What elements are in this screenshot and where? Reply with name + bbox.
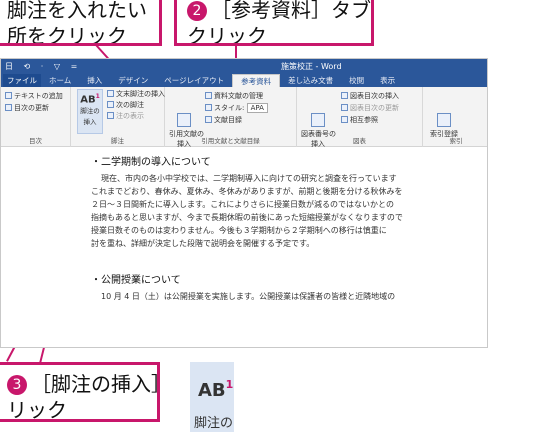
table-of-figures-label: 図表目次の挿入 xyxy=(350,92,399,100)
footnote-icon-text: AB xyxy=(198,380,226,401)
add-text-button[interactable]: テキストの追加 xyxy=(5,91,63,101)
cross-reference-button[interactable]: 相互参照 xyxy=(341,115,378,125)
group-footnotes: AB1 脚注の 挿入 文末脚注の挿入 次の脚注 注の表示 脚注 xyxy=(71,87,165,147)
style-icon xyxy=(205,104,212,111)
update-toc-icon xyxy=(5,104,12,111)
group-label-toc: 目次 xyxy=(29,137,42,145)
manage-sources-button[interactable]: 資料文献の管理 xyxy=(205,91,263,101)
tab-insert[interactable]: 挿入 xyxy=(79,74,110,87)
group-citations: 引用文献の 挿入 資料文献の管理 スタイル: APA 文献目録 引用文献と文献目… xyxy=(165,87,297,148)
tab-file[interactable]: ファイル xyxy=(3,74,41,87)
callout-text-line1: ［参考資料］タブを xyxy=(211,0,374,22)
callout-text-line2: 所をクリック xyxy=(7,24,127,46)
callout-step-number: 3 xyxy=(7,375,27,395)
insert-endnote-button[interactable]: 文末脚注の挿入 xyxy=(107,89,165,99)
insert-endnote-label: 文末脚注の挿入 xyxy=(116,90,165,98)
callout-click-position: 脚注を入れたい 所をクリック xyxy=(0,0,162,46)
style-label: スタイル: xyxy=(214,104,245,112)
bibliography-icon xyxy=(205,116,212,123)
body-line: 指摘もあると思いますが、今まで長期休暇の前後にあった短縮授業がなくなりますので xyxy=(91,213,403,222)
body-line: 討を重ね、詳細が決定した段階で説明会を開催する予定です。 xyxy=(91,239,315,248)
callout-text-line2: リック xyxy=(7,398,67,422)
ribbon: テキストの追加 目次の更新 目次 AB1 脚注の 挿入 文末脚注の挿入 次の脚注… xyxy=(1,87,487,148)
callout-step-number: 2 xyxy=(187,1,207,21)
manage-sources-icon xyxy=(205,92,212,99)
body-line: これまでどおり、春休み、夏休み、冬休みがありますが、前期と後期を分ける秋休みを xyxy=(91,187,403,196)
cross-reference-label: 相互参照 xyxy=(350,116,378,124)
add-text-icon xyxy=(5,92,12,99)
document-area[interactable]: ・二学期制の導入について 現在、市内の各小中学校では、二学期制導入に向けての研究… xyxy=(1,147,487,347)
next-footnote-label: 次の脚注 xyxy=(116,101,144,109)
show-notes-icon xyxy=(107,112,114,119)
bibliography-button[interactable]: 文献目録 xyxy=(205,115,242,125)
tab-references[interactable]: 参考資料 xyxy=(232,74,281,87)
heading-open-class: ・公開授業について xyxy=(91,275,181,286)
word-window: 日 ⟲ · ▽ = 施策校正 - Word ファイル ホーム 挿入 デザイン ペ… xyxy=(0,58,488,348)
bibliography-label: 文献目録 xyxy=(214,116,242,124)
group-label-citations: 引用文献と文献目録 xyxy=(201,137,260,145)
insert-caption-icon xyxy=(311,113,325,127)
group-label-footnotes: 脚注 xyxy=(111,137,124,145)
tab-design[interactable]: デザイン xyxy=(110,74,156,87)
zoomed-insert-footnote-button: AB1 脚注の xyxy=(190,362,234,432)
group-label-captions: 図表 xyxy=(353,137,366,145)
show-notes-label: 注の表示 xyxy=(116,112,144,120)
update-toc-button[interactable]: 目次の更新 xyxy=(5,103,49,113)
body-line: 現在、市内の各小中学校では、二学期制導入に向けての研究と調査を行っています xyxy=(101,174,397,183)
group-label-index: 索引 xyxy=(449,137,463,145)
manage-sources-label: 資料文献の管理 xyxy=(214,92,263,100)
tab-home[interactable]: ホーム xyxy=(41,74,79,87)
quick-access-toolbar[interactable]: 日 ⟲ · ▽ = xyxy=(5,61,81,72)
footnote-icon: AB1 xyxy=(80,93,100,106)
callout-insert-footnote: 3［脚注の挿入］を リック xyxy=(0,362,160,422)
group-index: 索引登録 索引 xyxy=(423,87,487,147)
mark-entry-icon xyxy=(437,113,451,127)
endnote-icon xyxy=(107,90,114,97)
heading-semester-system: ・二学期制の導入について xyxy=(91,157,211,168)
update-table-label: 図表目次の更新 xyxy=(350,104,399,112)
ribbon-tabs: ファイル ホーム 挿入 デザイン ページレイアウト 参考資料 差し込み文書 校閲… xyxy=(1,73,487,87)
next-footnote-icon xyxy=(107,101,114,108)
footnote-icon-superscript: 1 xyxy=(225,378,234,391)
add-text-label: テキストの追加 xyxy=(14,92,63,100)
body-line: ２日〜３日間新たに導入します。これによりさらに授業日数が減るのではないかとの xyxy=(91,200,394,209)
callout-text-line1: ［脚注の挿入］を xyxy=(31,372,157,396)
style-value[interactable]: APA xyxy=(246,103,268,113)
callout-text-line1: 脚注を入れたい xyxy=(7,0,147,22)
insert-footnote-label-2: 挿入 xyxy=(83,118,97,127)
next-footnote-button[interactable]: 次の脚注 xyxy=(107,100,144,110)
zoomed-footnote-label: 脚注の xyxy=(194,416,234,431)
group-toc: テキストの追加 目次の更新 目次 xyxy=(1,87,71,147)
insert-table-of-figures-button[interactable]: 図表目次の挿入 xyxy=(341,91,399,101)
update-table-button[interactable]: 図表目次の更新 xyxy=(341,103,399,113)
body-line: 10 月 4 日（土）は公開授業を実施します。公開授業は保護者の皆様と近隣地域の xyxy=(101,292,396,301)
group-captions: 図表番号の 挿入 図表目次の挿入 図表目次の更新 相互参照 図表 xyxy=(297,87,423,148)
update-toc-label: 目次の更新 xyxy=(14,104,49,112)
tab-mailings[interactable]: 差し込み文書 xyxy=(280,74,341,87)
show-notes-button[interactable]: 注の表示 xyxy=(107,111,144,121)
insert-footnote-label-1: 脚注の xyxy=(80,107,100,116)
title-bar: 日 ⟲ · ▽ = 施策校正 - Word xyxy=(1,59,487,73)
update-table-icon xyxy=(341,104,348,111)
style-selector[interactable]: スタイル: APA xyxy=(205,103,268,113)
cross-reference-icon xyxy=(341,116,348,123)
tab-view[interactable]: 表示 xyxy=(372,74,403,87)
tab-page-layout[interactable]: ページレイアウト xyxy=(156,74,232,87)
body-line: 授業日数そのものは変わりません。今後も３学期制から２学期制への移行は慎重に xyxy=(91,226,387,235)
footnote-icon: AB1 xyxy=(198,378,233,401)
insert-citation-icon xyxy=(177,113,191,127)
callout-text-line2: クリック xyxy=(187,24,267,46)
table-of-figures-icon xyxy=(341,92,348,99)
tab-review[interactable]: 校閲 xyxy=(341,74,372,87)
window-title: 施策校正 - Word xyxy=(281,62,342,71)
callout-references-tab: 2 ［参考資料］タブを クリック xyxy=(174,0,374,46)
insert-footnote-button[interactable]: AB1 脚注の 挿入 xyxy=(77,89,103,134)
